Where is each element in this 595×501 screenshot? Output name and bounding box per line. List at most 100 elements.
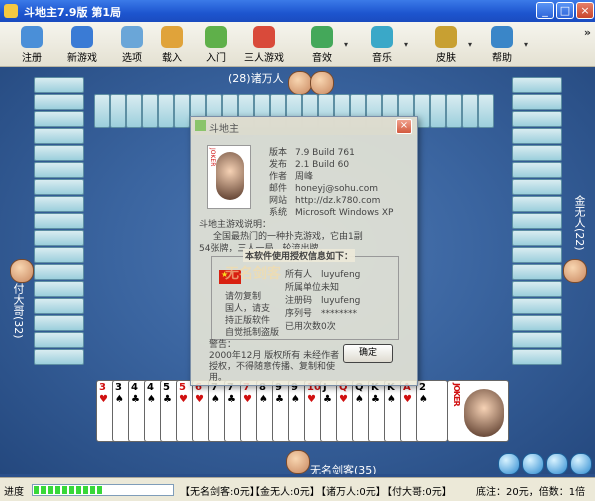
license-key: 所属单位 bbox=[285, 283, 322, 293]
dropdown-arrow-icon[interactable]: ▾ bbox=[524, 40, 532, 49]
card-suit-icon: ♥ bbox=[307, 394, 316, 405]
toolbar-button-skin[interactable]: 皮肤 bbox=[426, 24, 466, 64]
left-opponent-card-back bbox=[34, 145, 84, 161]
left-opponent-card-back bbox=[34, 349, 84, 365]
license-value: ******** bbox=[321, 309, 357, 319]
dropdown-arrow-icon[interactable]: ▾ bbox=[468, 40, 476, 49]
app-icon bbox=[4, 4, 18, 18]
toolbar-button-label: 载入 bbox=[162, 53, 182, 64]
card-suit-icon: ♥ bbox=[99, 394, 108, 405]
toolbar-button-user-register[interactable]: 注册 bbox=[12, 24, 52, 64]
warning-line-2: 授权，不得随意传播、复制和使 bbox=[209, 362, 336, 372]
close-button[interactable]: × bbox=[576, 2, 594, 19]
license-row: 所有人 luyufeng bbox=[285, 267, 360, 280]
license-key: 序列号 bbox=[285, 309, 313, 319]
toolbar-button-help[interactable]: 帮助 bbox=[482, 24, 522, 64]
license-row: 注册码 luyufeng bbox=[285, 293, 360, 306]
three-player-icon bbox=[253, 26, 275, 48]
card-rank: 3 bbox=[99, 382, 106, 393]
license-value: 未知 bbox=[321, 283, 340, 293]
top-opponent-card-back bbox=[446, 94, 462, 128]
dropdown-arrow-icon[interactable]: ▾ bbox=[404, 40, 412, 49]
status-player-4: 【付大哥:0元】 bbox=[382, 487, 452, 498]
dialog-photo-text: JOKER bbox=[209, 148, 216, 167]
hint-icon[interactable] bbox=[498, 453, 520, 474]
dialog-watermark: 无名剑客 bbox=[225, 266, 281, 282]
card-suit-icon: ♠ bbox=[147, 394, 156, 405]
ok-button[interactable]: 确定 bbox=[343, 344, 393, 363]
top-opponent-card-back bbox=[126, 94, 142, 128]
progress-label: 进度 bbox=[4, 487, 24, 498]
tutorial-icon bbox=[205, 26, 227, 48]
card-suit-icon: ♠ bbox=[291, 394, 300, 405]
license-row: 所属单位未知 bbox=[285, 280, 339, 293]
toolbar-button-options[interactable]: 选项 bbox=[112, 24, 152, 64]
right-opponent-card-back bbox=[512, 349, 562, 365]
toolbar-button-load[interactable]: 载入 bbox=[152, 24, 192, 64]
status-player-2: 【金无人:0元】 bbox=[250, 487, 320, 498]
portrait-icon bbox=[216, 152, 244, 200]
info-value: Microsoft Windows XP bbox=[295, 208, 394, 218]
card-suit-icon: ♣ bbox=[371, 394, 380, 405]
left-opponent-card-back bbox=[34, 315, 84, 331]
left-opponent-card-back bbox=[34, 332, 84, 348]
skin-icon bbox=[435, 26, 457, 48]
info-key: 系统 bbox=[269, 208, 288, 218]
toolbar-button-label: 音效 bbox=[312, 53, 332, 64]
left-player-avatar bbox=[10, 259, 34, 283]
toolbar-button-label: 选项 bbox=[122, 53, 142, 64]
toolbar-button-label: 音乐 bbox=[372, 53, 392, 64]
left-opponent-card-back bbox=[34, 162, 84, 178]
joker-card[interactable]: JOKER bbox=[447, 380, 509, 442]
dialog-joker-photo: JOKER bbox=[207, 145, 251, 209]
about-info-row: 系统 Microsoft Windows XP bbox=[269, 205, 393, 218]
license-value: 0次 bbox=[321, 322, 336, 332]
card-suit-icon: ♣ bbox=[163, 394, 172, 405]
license-value: luyufeng bbox=[321, 296, 361, 306]
right-opponent-card-back bbox=[512, 298, 562, 314]
pass-icon[interactable] bbox=[546, 453, 568, 474]
right-opponent-card-back bbox=[512, 332, 562, 348]
right-opponent-card-back bbox=[512, 196, 562, 212]
status-player-3: 【诸万人:0元】 bbox=[316, 487, 386, 498]
license-row: 序列号 ******** bbox=[285, 306, 357, 319]
top-opponent-card-back bbox=[174, 94, 190, 128]
bottom-player-avatar bbox=[286, 450, 310, 474]
toolbar-button-sound[interactable]: 音效 bbox=[302, 24, 342, 64]
card-suit-icon: ♠ bbox=[115, 394, 124, 405]
left-opponent-card-back bbox=[34, 247, 84, 263]
toolbar-button-music[interactable]: 音乐 bbox=[362, 24, 402, 64]
minimize-button[interactable]: _ bbox=[536, 2, 554, 19]
dialog-close-button[interactable]: × bbox=[396, 119, 412, 134]
status-bet-info: 底注：20元，倍数：1倍 bbox=[476, 487, 586, 498]
card-rank: 5 bbox=[179, 382, 186, 393]
toolbar: 注册 新游戏 选项 载入 入门 三人游戏 音效 ▾ 音乐 ▾ 皮肤 ▾ 帮助 ▾ » bbox=[0, 22, 595, 67]
toolbar-button-label: 帮助 bbox=[492, 53, 512, 64]
left-player-name: 付大哥(32) bbox=[12, 283, 25, 339]
license-key: 已用次数 bbox=[285, 322, 322, 332]
hand-card[interactable]: 2 ♠ bbox=[416, 380, 448, 442]
top-player-avatar-2 bbox=[310, 71, 334, 95]
toolbar-button-new-game[interactable]: 新游戏 bbox=[62, 24, 102, 64]
card-suit-icon: ♠ bbox=[211, 394, 220, 405]
toolbar-more-button[interactable]: » bbox=[584, 26, 591, 39]
search-icon[interactable] bbox=[570, 453, 592, 474]
card-suit-icon: ♥ bbox=[195, 394, 204, 405]
card-suit-icon: ♣ bbox=[227, 394, 236, 405]
maximize-button[interactable]: □ bbox=[556, 2, 574, 19]
left-opponent-card-back bbox=[34, 77, 84, 93]
top-opponent-card-back bbox=[142, 94, 158, 128]
left-opponent-card-back bbox=[34, 128, 84, 144]
status-player-1: 【无名剑客:0元】 bbox=[180, 487, 260, 498]
card-rank: 5 bbox=[163, 382, 170, 393]
toolbar-button-three-player[interactable]: 三人游戏 bbox=[244, 24, 284, 64]
license-title: 本软件使用授权信息如下： bbox=[243, 249, 356, 262]
dropdown-arrow-icon[interactable]: ▾ bbox=[344, 40, 352, 49]
play-icon[interactable] bbox=[522, 453, 544, 474]
card-suit-icon: ♣ bbox=[275, 394, 284, 405]
card-suit-icon: ♥ bbox=[243, 394, 252, 405]
toolbar-button-tutorial[interactable]: 入门 bbox=[196, 24, 236, 64]
left-opponent-card-back bbox=[34, 230, 84, 246]
right-opponent-card-back bbox=[512, 281, 562, 297]
toolbar-button-label: 皮肤 bbox=[436, 53, 456, 64]
